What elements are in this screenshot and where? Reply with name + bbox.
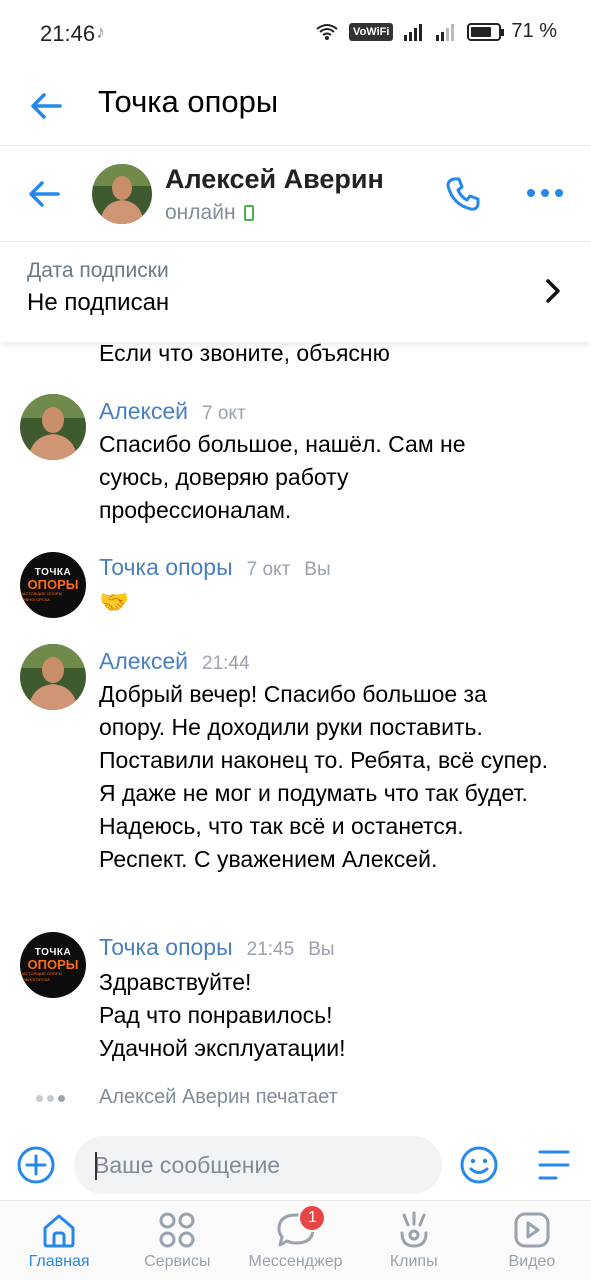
- tab-label: Видео: [508, 1253, 556, 1270]
- message-author[interactable]: Алексей: [99, 648, 188, 675]
- avatar[interactable]: [92, 164, 152, 224]
- brand-avatar-line2: ОПОРЫ: [27, 577, 79, 592]
- message-time: 7 окт: [246, 559, 291, 580]
- status-icons: VoWiFi 71 %: [315, 20, 557, 43]
- tab-label: Мессенджер: [248, 1253, 343, 1270]
- video-icon: [514, 1212, 550, 1248]
- phone-icon[interactable]: [443, 174, 483, 214]
- message-author[interactable]: Точка опоры: [99, 934, 233, 961]
- message-time: 21:44: [202, 653, 250, 674]
- message-line: Рад что понравилось!: [99, 1002, 333, 1028]
- subscription-block[interactable]: Дата подписки Не подписан: [0, 242, 591, 342]
- message-line: Здравствуйте!: [99, 969, 252, 995]
- typing-dots-icon: [36, 1095, 65, 1102]
- message-sender-you: Вы: [304, 559, 331, 580]
- subscription-label: Дата подписки: [27, 259, 169, 282]
- message-header: Точка опоры 7 окт Вы: [99, 554, 331, 581]
- handshake-emoji: 🤝: [99, 589, 129, 616]
- tab-label: Сервисы: [144, 1253, 211, 1270]
- unread-badge: 1: [298, 1204, 327, 1232]
- tab-label: Клипы: [389, 1253, 438, 1270]
- message-text: Добрый вечер! Спасибо большое за опору. …: [99, 681, 549, 872]
- bottom-tab-bar: Главная Сервисы 1 Мессенджер Клипы Видео: [0, 1200, 591, 1280]
- battery-icon: [467, 22, 505, 41]
- battery-level: 71 %: [511, 20, 557, 42]
- chevron-right-icon: [546, 279, 560, 303]
- page-title: Точка опоры: [98, 84, 279, 119]
- online-status-text: онлайн: [165, 201, 236, 224]
- message-text: Здравствуйте! Рад что понравилось! Удачн…: [99, 966, 569, 1065]
- tab-clips[interactable]: Клипы: [355, 1201, 473, 1280]
- message-time: 7 окт: [202, 403, 246, 424]
- tiktok-icon: ♪: [96, 22, 105, 42]
- services-icon: [159, 1212, 195, 1248]
- brand-avatar-line3: НАСТОЯЩИЕ ОПОРЫ ДИВНОГОРСКА: [20, 591, 63, 602]
- text-caret: [95, 1152, 97, 1180]
- message-header: Точка опоры 21:45 Вы: [99, 934, 335, 961]
- message-time: 21:45: [246, 939, 295, 960]
- online-status: онлайн: [165, 201, 254, 225]
- tab-label: Главная: [28, 1253, 90, 1270]
- wifi-icon: [316, 23, 338, 40]
- home-icon: [43, 1214, 75, 1248]
- brand-avatar[interactable]: ТОЧКА ОПОРЫ НАСТОЯЩИЕ ОПОРЫ ДИВНОГОРСКА: [20, 932, 86, 998]
- chat-name[interactable]: Алексей Аверин: [165, 164, 384, 195]
- message-input[interactable]: [74, 1136, 442, 1194]
- chat-header: Алексей Аверин онлайн: [0, 146, 591, 242]
- typing-indicator: Алексей Аверин печатает: [0, 1083, 591, 1113]
- avatar[interactable]: [20, 644, 86, 710]
- emoji-icon[interactable]: [459, 1145, 499, 1185]
- status-time: 21:46: [40, 21, 96, 46]
- back-arrow-icon[interactable]: [26, 86, 66, 126]
- message-composer: [0, 1130, 591, 1198]
- signal-icon-2: [436, 23, 455, 41]
- chat-back-arrow-icon[interactable]: [24, 174, 64, 214]
- message-text: Спасибо большое, нашёл. Сам не суюсь, до…: [99, 431, 466, 523]
- signal-icon: [404, 23, 423, 41]
- tab-video[interactable]: Видео: [473, 1201, 591, 1280]
- brand-avatar-line2: ОПОРЫ: [27, 957, 79, 972]
- tab-home[interactable]: Главная: [0, 1201, 118, 1280]
- tab-services[interactable]: Сервисы: [118, 1201, 236, 1280]
- message-list[interactable]: Если что звоните, объясню Алексей 7 окт …: [0, 342, 591, 1122]
- message-header: Алексей 7 окт: [99, 398, 246, 425]
- more-icon[interactable]: [526, 186, 564, 200]
- status-bar: 21:46 ♪ VoWiFi 71 %: [0, 0, 591, 66]
- brand-avatar-line3: НАСТОЯЩИЕ ОПОРЫ ДИВНОГОРСКА: [20, 971, 63, 982]
- add-attachment-icon[interactable]: [16, 1145, 56, 1185]
- message-author[interactable]: Алексей: [99, 398, 188, 425]
- message-sender-you: Вы: [308, 939, 335, 960]
- message-author[interactable]: Точка опоры: [99, 554, 233, 581]
- subscription-value: Не подписан: [27, 289, 170, 316]
- message-text: Если что звоните, объясню: [99, 342, 390, 366]
- top-header: Точка опоры: [0, 66, 591, 146]
- brand-avatar[interactable]: ТОЧКА ОПОРЫ НАСТОЯЩИЕ ОПОРЫ ДИВНОГОРСКА: [20, 552, 86, 618]
- message-line: Удачной эксплуатации!: [99, 1035, 346, 1061]
- clips-icon: [400, 1211, 428, 1248]
- avatar[interactable]: [20, 394, 86, 460]
- message-header: Алексей 21:44: [99, 648, 250, 675]
- typing-text: Алексей Аверин печатает: [99, 1086, 338, 1108]
- vowifi-icon: VoWiFi: [349, 22, 394, 41]
- menu-lines-icon[interactable]: [536, 1148, 572, 1182]
- tab-messenger[interactable]: 1 Мессенджер: [236, 1201, 354, 1280]
- mobile-online-icon: [243, 205, 254, 221]
